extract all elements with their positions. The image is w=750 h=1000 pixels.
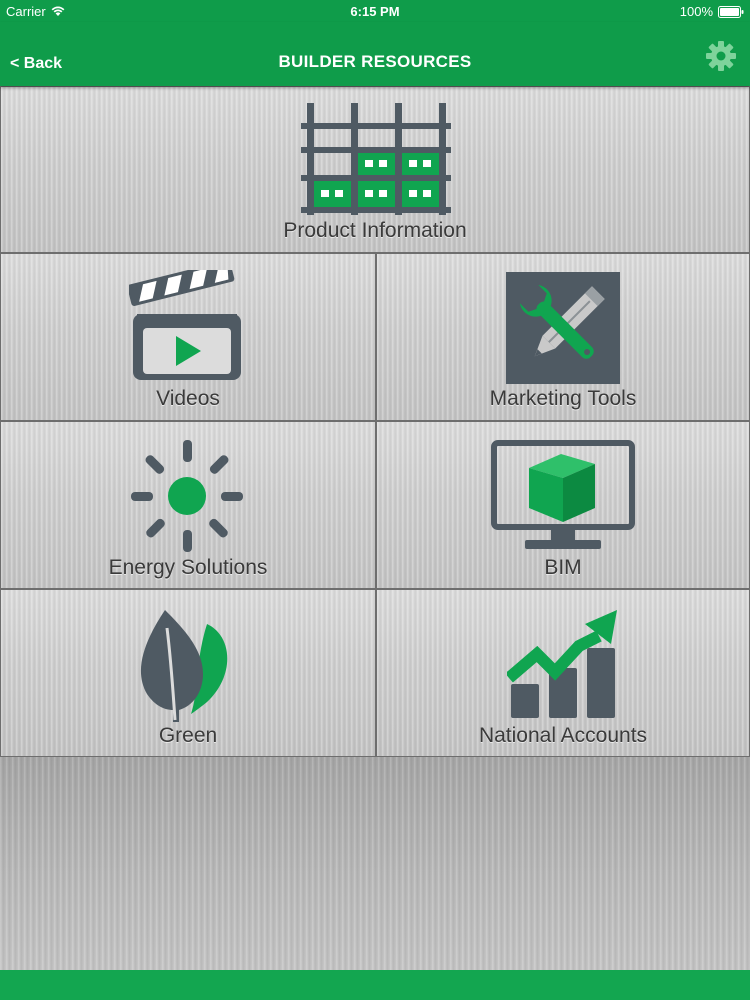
tile-marketing-tools[interactable]: Marketing Tools: [376, 253, 750, 421]
bottom-bar: [0, 970, 750, 1000]
tile-label: Product Information: [283, 219, 467, 242]
tile-videos[interactable]: Videos: [0, 253, 376, 421]
gear-icon[interactable]: [705, 40, 737, 72]
tile-label: National Accounts: [478, 724, 648, 747]
navigation-bar: < Back BUILDER RESOURCES: [0, 22, 750, 86]
clapperboard-icon: [129, 270, 241, 380]
page-title: BUILDER RESOURCES: [278, 52, 472, 71]
tile-bim[interactable]: BIM: [376, 421, 750, 589]
battery-icon: [718, 5, 744, 18]
empty-background-area: [0, 757, 750, 970]
clock: 6:15 PM: [350, 4, 400, 19]
tile-national-accounts[interactable]: National Accounts: [376, 589, 750, 757]
tile-label: Marketing Tools: [489, 387, 637, 410]
tile-green[interactable]: Green: [0, 589, 376, 757]
battery-indicator: 100%: [680, 4, 744, 19]
tile-label: Videos: [156, 387, 220, 410]
tile-label: Energy Solutions: [108, 556, 268, 579]
monitor-cube-icon: [491, 440, 635, 549]
tile-product-information[interactable]: Product Information: [0, 86, 750, 253]
leaf-icon: [140, 610, 228, 722]
wrench-pencil-icon: [506, 272, 620, 384]
sun-icon: [131, 440, 243, 552]
tile-label: Green: [158, 724, 218, 747]
tile-energy-solutions[interactable]: Energy Solutions: [0, 421, 376, 589]
building-grid-icon: [301, 103, 451, 215]
growth-chart-icon: [507, 610, 617, 718]
battery-percent: 100%: [679, 4, 713, 19]
tile-label: BIM: [544, 556, 582, 579]
status-bar: Carrier 6:15 PM 100%: [0, 0, 750, 22]
